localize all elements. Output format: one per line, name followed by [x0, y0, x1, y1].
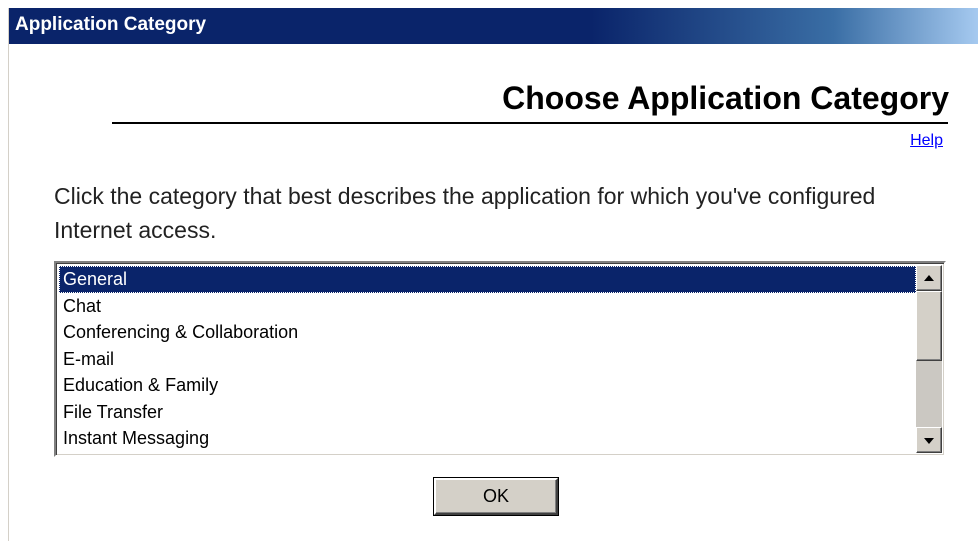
list-item-instant-messaging[interactable]: Instant Messaging — [59, 425, 916, 452]
list-item-education-family[interactable]: Education & Family — [59, 372, 916, 399]
down-arrow-icon — [924, 438, 934, 444]
scroll-thumb[interactable] — [916, 291, 942, 361]
ok-button[interactable]: OK — [434, 478, 558, 515]
category-list: General Chat Conferencing & Collaboratio… — [59, 266, 916, 452]
instruction-text: Click the category that best describes t… — [54, 183, 876, 243]
list-item-chat[interactable]: Chat — [59, 293, 916, 320]
application-category-window: Application Category Choose Application … — [8, 8, 978, 541]
help-link[interactable]: Help — [910, 132, 943, 150]
page-heading: Choose Application Category — [502, 80, 949, 116]
scroll-up-button[interactable] — [916, 265, 942, 291]
list-item-e-mail[interactable]: E-mail — [59, 346, 916, 373]
category-listbox[interactable]: General Chat Conferencing & Collaboratio… — [54, 261, 946, 457]
list-item-file-transfer[interactable]: File Transfer — [59, 399, 916, 426]
up-arrow-icon — [924, 275, 934, 281]
window-title: Application Category — [15, 14, 207, 35]
scroll-down-button[interactable] — [916, 427, 942, 453]
heading-divider — [112, 122, 948, 124]
list-item-conferencing-collaboration[interactable]: Conferencing & Collaboration — [59, 319, 916, 346]
title-bar: Application Category — [9, 8, 978, 44]
list-item-general[interactable]: General — [59, 266, 916, 293]
vertical-scrollbar[interactable] — [916, 265, 942, 453]
